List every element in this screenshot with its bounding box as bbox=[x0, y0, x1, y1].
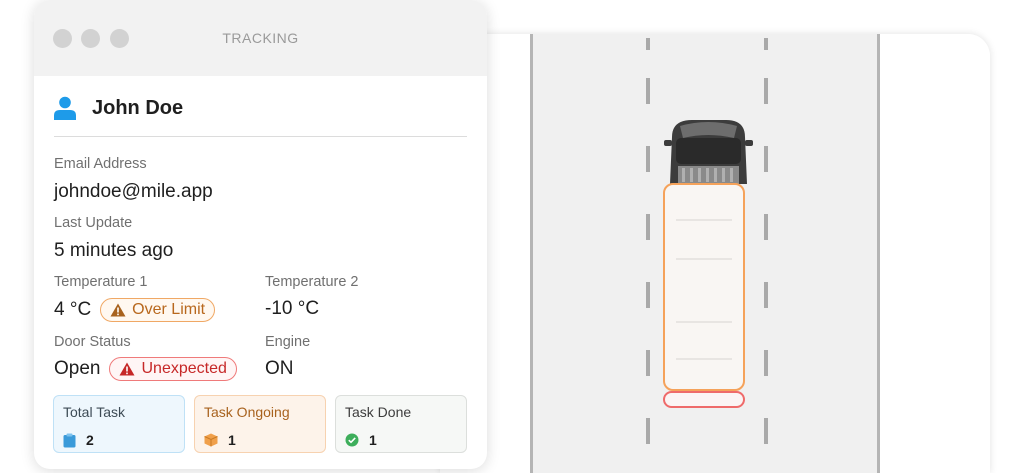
user-header: John Doe bbox=[54, 95, 183, 121]
task-ongoing-label: Task Ongoing bbox=[204, 404, 290, 420]
task-ongoing-card[interactable]: Task Ongoing 1 bbox=[194, 395, 326, 453]
door-status-row: Open Unexpected bbox=[54, 357, 237, 381]
road-edge-right bbox=[877, 34, 880, 473]
email-value: johndoe@mile.app bbox=[54, 181, 213, 202]
alert-icon bbox=[119, 362, 135, 376]
map-view bbox=[440, 34, 990, 473]
road-edge-left bbox=[530, 34, 533, 473]
total-task-count: 2 bbox=[86, 432, 94, 448]
temperature-2-value: -10 °C bbox=[265, 298, 320, 319]
user-name: John Doe bbox=[92, 96, 184, 119]
task-done-card[interactable]: Task Done 1 bbox=[335, 395, 467, 453]
temperature-1-value: 4 °C bbox=[54, 299, 92, 320]
door-status-value: Open bbox=[54, 358, 101, 379]
temperature-2-label: Temperature 2 bbox=[265, 274, 359, 290]
unexpected-text: Unexpected bbox=[141, 360, 227, 377]
task-done-count: 1 bbox=[369, 432, 377, 448]
engine-value: ON bbox=[265, 358, 294, 379]
temperature-1-label: Temperature 1 bbox=[54, 274, 148, 290]
engine-label: Engine bbox=[265, 334, 311, 350]
over-limit-text: Over Limit bbox=[132, 301, 206, 318]
total-task-label: Total Task bbox=[63, 404, 125, 420]
user-icon bbox=[54, 96, 76, 120]
road-illustration bbox=[440, 34, 990, 473]
last-update-label: Last Update bbox=[54, 215, 133, 231]
tracking-window: TRACKING John Doe Email Address johndoe@… bbox=[34, 0, 487, 469]
window-title: TRACKING bbox=[222, 30, 299, 46]
warning-icon bbox=[110, 303, 126, 317]
package-icon bbox=[204, 433, 218, 447]
task-done-label: Task Done bbox=[345, 404, 412, 420]
task-ongoing-count: 1 bbox=[228, 432, 236, 448]
email-label: Email Address bbox=[54, 156, 147, 172]
temperature-1-row: 4 °C Over Limit bbox=[54, 298, 216, 322]
window-titlebar: TRACKING bbox=[34, 0, 487, 76]
divider bbox=[54, 136, 467, 137]
clipboard-icon bbox=[63, 433, 76, 447]
over-limit-badge: Over Limit bbox=[100, 298, 216, 322]
total-task-card[interactable]: Total Task 2 bbox=[53, 395, 185, 453]
last-update-value: 5 minutes ago bbox=[54, 240, 174, 261]
truck-door-highlight bbox=[663, 391, 745, 408]
unexpected-badge: Unexpected bbox=[109, 357, 237, 381]
truck-cab bbox=[664, 120, 753, 184]
check-circle-icon bbox=[345, 433, 359, 447]
door-status-label: Door Status bbox=[54, 334, 131, 350]
